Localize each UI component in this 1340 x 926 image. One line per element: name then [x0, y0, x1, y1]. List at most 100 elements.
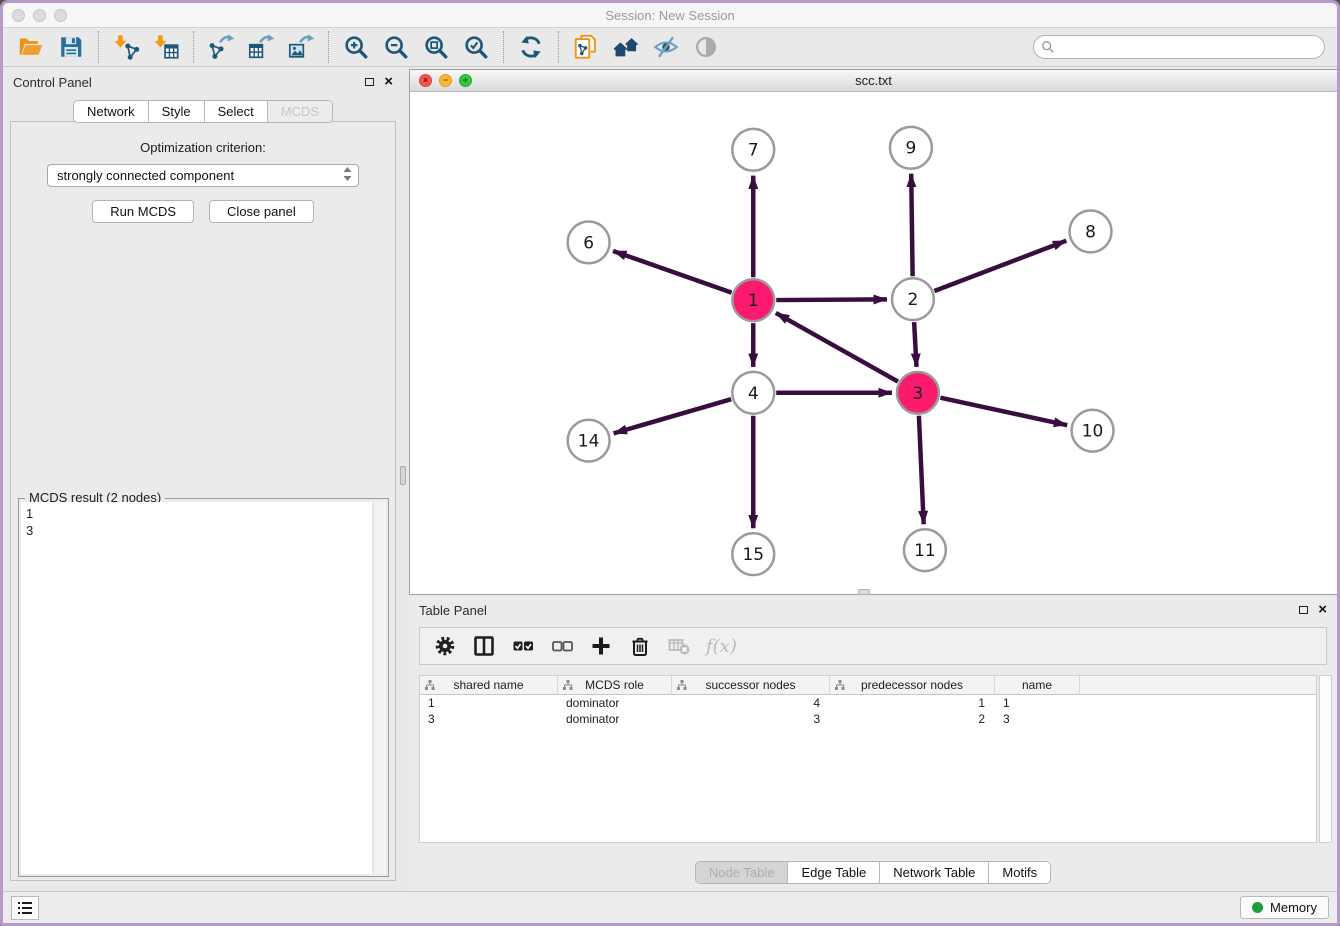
table-row[interactable]: 3dominator323 [420, 711, 1316, 727]
graph-edge-2-9[interactable] [911, 174, 912, 277]
network-graph: 7 9 6 8 1 2 4 3 14 10 15 11 [410, 92, 1337, 594]
table-cell[interactable]: 1 [420, 696, 558, 710]
tab-mcds[interactable]: MCDS [268, 101, 332, 122]
column-header-name[interactable]: name [995, 676, 1080, 694]
export-network-icon[interactable] [204, 31, 238, 63]
mcds-result-line: 3 [26, 522, 372, 539]
column-namespace-icon [676, 679, 688, 691]
search-field[interactable] [1033, 35, 1325, 59]
table-cell[interactable]: 3 [672, 712, 830, 726]
criterion-select[interactable]: strongly connected component [47, 164, 359, 187]
import-table-icon[interactable] [149, 31, 183, 63]
birdseye-toggle-icon[interactable] [689, 31, 723, 63]
graph-node-9[interactable]: 9 [890, 127, 932, 169]
column-namespace-icon [562, 679, 574, 691]
close-table-panel-icon[interactable]: × [1318, 604, 1327, 616]
tab-node-table[interactable]: Node Table [696, 862, 789, 883]
control-panel: Control Panel × NetworkStyleSelectMCDS O… [3, 69, 403, 897]
column-header-MCDS-role[interactable]: MCDS role [558, 676, 672, 694]
graph-node-8[interactable]: 8 [1070, 211, 1112, 253]
memory-label: Memory [1270, 900, 1317, 915]
show-columns-icon[interactable] [472, 634, 496, 658]
search-input[interactable] [1055, 40, 1324, 54]
mcds-result-text[interactable]: 13 [21, 502, 372, 874]
tab-network[interactable]: Network [74, 101, 149, 122]
save-session-icon[interactable] [54, 31, 88, 63]
graph-node-15[interactable]: 15 [732, 533, 774, 575]
unselect-all-columns-icon[interactable] [550, 634, 574, 658]
table-cell[interactable]: 4 [672, 696, 830, 710]
refresh-view-icon[interactable] [514, 31, 548, 63]
graph-node-11[interactable]: 11 [904, 529, 946, 571]
network-close-icon[interactable]: × [419, 74, 432, 87]
open-session-icon[interactable] [14, 31, 48, 63]
select-all-columns-icon[interactable] [511, 634, 535, 658]
table-cell[interactable]: 2 [830, 712, 995, 726]
table-cell[interactable]: dominator [558, 712, 672, 726]
graph-node-6[interactable]: 6 [568, 221, 610, 263]
tab-style[interactable]: Style [149, 101, 205, 122]
graph-edge-3-10[interactable] [940, 398, 1067, 425]
graph-edge-1-6[interactable] [613, 251, 732, 293]
tab-motifs[interactable]: Motifs [989, 862, 1050, 883]
float-panel-icon[interactable] [365, 78, 374, 86]
network-minimize-icon[interactable]: − [439, 74, 452, 87]
zoom-out-icon[interactable] [379, 31, 413, 63]
tab-select[interactable]: Select [205, 101, 268, 122]
hide-graphics-details-icon[interactable] [649, 31, 683, 63]
zoom-selected-icon[interactable] [459, 31, 493, 63]
column-header-successor-nodes[interactable]: successor nodes [672, 676, 830, 694]
memory-button[interactable]: Memory [1240, 896, 1329, 919]
network-resize-grip[interactable] [858, 589, 870, 595]
import-network-icon[interactable] [109, 31, 143, 63]
network-window-title: scc.txt [855, 73, 892, 88]
panel-splitter-grip[interactable] [400, 466, 406, 485]
zoom-in-icon[interactable] [339, 31, 373, 63]
graph-node-1[interactable]: 1 [732, 279, 774, 321]
table-cell[interactable]: dominator [558, 696, 672, 710]
export-table-icon[interactable] [244, 31, 278, 63]
close-panel-button[interactable]: Close panel [209, 200, 314, 223]
graph-edge-3-11[interactable] [919, 416, 924, 525]
table-cell[interactable]: 3 [420, 712, 558, 726]
graph-edge-2-3[interactable] [914, 322, 916, 367]
clone-network-icon[interactable] [569, 31, 603, 63]
graph-edge-3-1[interactable] [776, 313, 898, 382]
close-panel-icon[interactable]: × [384, 76, 393, 88]
graph-node-4[interactable]: 4 [732, 372, 774, 414]
table-cell[interactable]: 3 [995, 712, 1080, 726]
table-row[interactable]: 1dominator411 [420, 695, 1316, 711]
float-table-panel-icon[interactable] [1299, 606, 1308, 614]
table-cell[interactable]: 1 [830, 696, 995, 710]
network-maximize-icon[interactable]: + [459, 74, 472, 87]
task-history-button[interactable] [11, 896, 39, 920]
graph-edge-4-14[interactable] [614, 399, 732, 433]
column-header-predecessor-nodes[interactable]: predecessor nodes [830, 676, 995, 694]
delete-column-icon[interactable] [628, 634, 652, 658]
column-header-shared-name[interactable]: shared name [420, 676, 558, 694]
tab-network-table[interactable]: Network Table [880, 862, 989, 883]
export-image-icon[interactable] [284, 31, 318, 63]
graph-edge-1-2[interactable] [776, 299, 887, 300]
graph-node-10[interactable]: 10 [1072, 410, 1114, 452]
run-mcds-button[interactable]: Run MCDS [92, 200, 194, 223]
mcds-result-line: 1 [26, 505, 372, 522]
function-builder-icon: f(x) [706, 636, 737, 657]
tab-edge-table[interactable]: Edge Table [788, 862, 880, 883]
graph-node-3[interactable]: 3 [897, 372, 939, 414]
network-canvas[interactable]: 7 9 6 8 1 2 4 3 14 10 15 11 [410, 92, 1337, 594]
graph-node-14[interactable]: 14 [568, 420, 610, 462]
table-scrollbar[interactable] [1319, 675, 1332, 843]
home-layout-icon[interactable] [609, 31, 643, 63]
zoom-fit-icon[interactable] [419, 31, 453, 63]
graph-edge-2-8[interactable] [934, 241, 1066, 291]
table-settings-gear-icon[interactable] [433, 634, 457, 658]
result-scrollbar[interactable] [373, 502, 386, 874]
graph-node-2[interactable]: 2 [892, 278, 934, 320]
graph-node-7[interactable]: 7 [732, 129, 774, 171]
add-column-icon[interactable] [589, 634, 613, 658]
table-cell[interactable]: 1 [995, 696, 1080, 710]
svg-text:15: 15 [742, 544, 764, 564]
optimization-criterion-label: Optimization criterion: [11, 140, 395, 155]
toolbar-separator [328, 31, 329, 63]
